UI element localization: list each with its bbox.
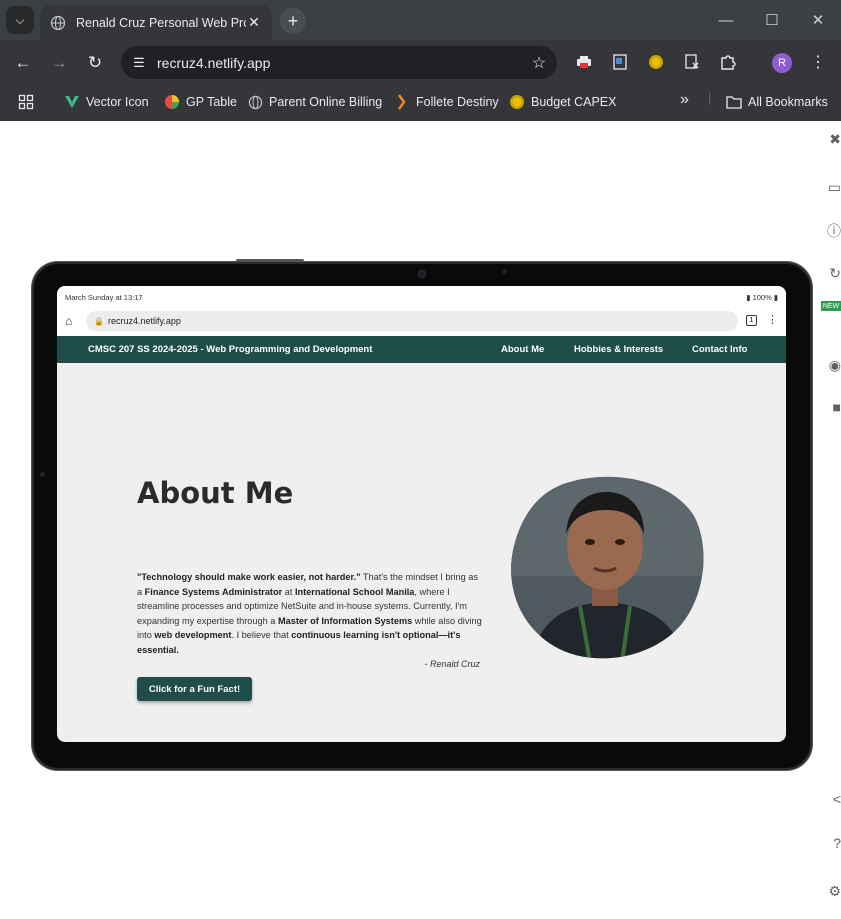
file-remove-extension-icon[interactable] [682,52,702,72]
tablet-sensor [502,269,507,274]
close-tab-icon[interactable]: ✕ [246,14,262,31]
page-heading: About Me [137,476,294,510]
status-battery: ▮ 100% ▮ [746,293,778,302]
mobile-url-bar: ⌂ 🔒 recruz4.netlify.app 1 ⋮ [57,308,786,336]
rotate-icon[interactable]: ↻ [817,263,841,283]
bookmarks-divider: | [708,91,712,105]
square-icon[interactable]: ■ [817,397,841,417]
address-bar[interactable]: ☰ recruz4.netlify.app ☆ [121,46,557,79]
bookmark-label: Parent Online Billing [269,95,383,109]
new-badge: NEW [821,301,841,311]
side-panel-strip: ✖ ▭ ⓘ ↻ NEW ◉ ■ < ? ⚙ [817,121,841,919]
puzzle-extensions-icon[interactable] [718,52,738,72]
tablet-camera [418,270,426,278]
para-text: at [282,586,295,597]
job-title: Finance Systems Administrator [144,586,283,597]
vector-logo-icon [64,94,80,110]
bookmark-label: Budget CAPEX [531,95,617,109]
reload-icon: ↻ [87,53,103,72]
kebab-menu-icon[interactable]: ⋮ [808,52,828,72]
site-brand[interactable]: CMSC 207 SS 2024-2025 - Web Programming … [88,344,372,355]
tab-title: Renald Cruz Personal Web Profi [76,15,246,30]
help-icon[interactable]: ? [817,833,841,853]
home-icon[interactable]: ⌂ [65,314,72,328]
all-bookmarks-button[interactable]: All Bookmarks [726,94,828,110]
close-window-button[interactable]: ✕ [795,0,841,40]
folder-icon [726,94,742,110]
bookmarks-bar: Vector Icon GP Table Parent Online Billi… [0,85,841,121]
maximize-button[interactable]: ☐ [749,0,795,40]
para-text: . I believe that [231,630,292,640]
globe-icon [247,94,263,110]
info-icon[interactable]: ⓘ [817,221,841,241]
bookmark-label: Vector Icon [86,95,149,109]
bookmark-vector-icon[interactable]: Vector Icon [64,94,149,110]
coin-extension-icon[interactable] [646,52,666,72]
all-bookmarks-label: All Bookmarks [748,95,828,109]
apps-grid-icon[interactable] [18,94,34,110]
back-button[interactable]: ← [10,50,36,76]
address-url[interactable]: recruz4.netlify.app [157,55,521,71]
bookmark-label: GP Table [186,95,237,109]
globe-icon [50,15,66,30]
signature: - Renald Cruz [424,659,480,669]
more-bookmarks-button[interactable]: » [680,91,689,109]
bookmark-star-icon[interactable]: ☆ [521,53,557,73]
gp-logo-icon [164,94,180,110]
settings-gear-icon[interactable]: ⚙ [817,881,841,901]
lock-icon: 🔒 [94,316,104,326]
battery-level: 100% [752,293,772,302]
mobile-address-field[interactable]: 🔒 recruz4.netlify.app [86,311,738,331]
fun-fact-button[interactable]: Click for a Fun Fact! [137,677,252,701]
tab-count-button[interactable]: 1 [746,315,757,326]
profile-photo [511,476,704,659]
minimize-button[interactable]: — [703,0,749,40]
tablet-screen: March Sunday at 13:17 ▮ 100% ▮ ⌂ 🔒 recru… [57,286,786,742]
mobile-url: recruz4.netlify.app [107,316,181,326]
browser-toolbar: ← → ↻ ☰ recruz4.netlify.app ☆ ⋮ [0,40,841,85]
plus-icon: + [287,10,299,31]
battery-icon: ▮ [773,293,778,302]
close-circle-icon[interactable]: ✖ [817,129,841,149]
kebab-menu-icon[interactable]: ⋮ [767,313,778,326]
nav-link-about-me[interactable]: About Me [501,344,544,355]
site-info-icon[interactable]: ☰ [121,55,157,71]
laptop-icon[interactable]: ▭ [817,177,841,197]
site-navbar: CMSC 207 SS 2024-2025 - Web Programming … [57,336,786,363]
chevron-down-icon: ⌵ [15,12,25,27]
reload-button[interactable]: ↻ [82,50,108,76]
tab-search-button[interactable]: ⌵ [6,6,34,34]
browser-tab-active[interactable]: Renald Cruz Personal Web Profi ✕ [40,5,272,40]
web-dev: web development [154,630,232,640]
camera-icon[interactable]: ◉ [817,355,841,375]
degree: Master of Information Systems [277,615,413,626]
bookmark-gp-table[interactable]: GP Table [164,94,237,110]
about-paragraph: "Technology should make work easier, not… [137,570,482,657]
printer-extension-icon[interactable] [574,52,594,72]
bookmark-budget-capex[interactable]: Budget CAPEX [509,94,616,110]
coin-icon [509,94,525,110]
bookmark-parent-online-billing[interactable]: Parent Online Billing [247,94,382,110]
document-extension-icon[interactable] [610,52,630,72]
forward-button[interactable]: → [46,50,72,76]
follett-logo-icon [394,94,410,110]
device-status-bar: March Sunday at 13:17 ▮ 100% ▮ [57,286,786,308]
employer: International School Manila [294,586,415,597]
bookmark-label: Follete Destiny [416,95,499,109]
nav-link-contact[interactable]: Contact Info [692,344,747,355]
nav-link-hobbies[interactable]: Hobbies & Interests [574,344,663,355]
title-bar: ⌵ Renald Cruz Personal Web Profi ✕ + — ☐… [0,0,841,40]
share-icon[interactable]: < [817,789,841,809]
new-tab-button[interactable]: + [280,8,306,34]
bookmark-follete-destiny[interactable]: Follete Destiny [394,94,499,110]
arrow-left-icon: ← [14,53,32,72]
arrow-right-icon: → [50,53,68,72]
tablet-side-sensor [40,472,45,477]
status-time: March Sunday at 13:17 [65,293,143,302]
quote-text: "Technology should make work easier, not… [137,572,361,582]
profile-avatar[interactable]: R [772,53,792,73]
